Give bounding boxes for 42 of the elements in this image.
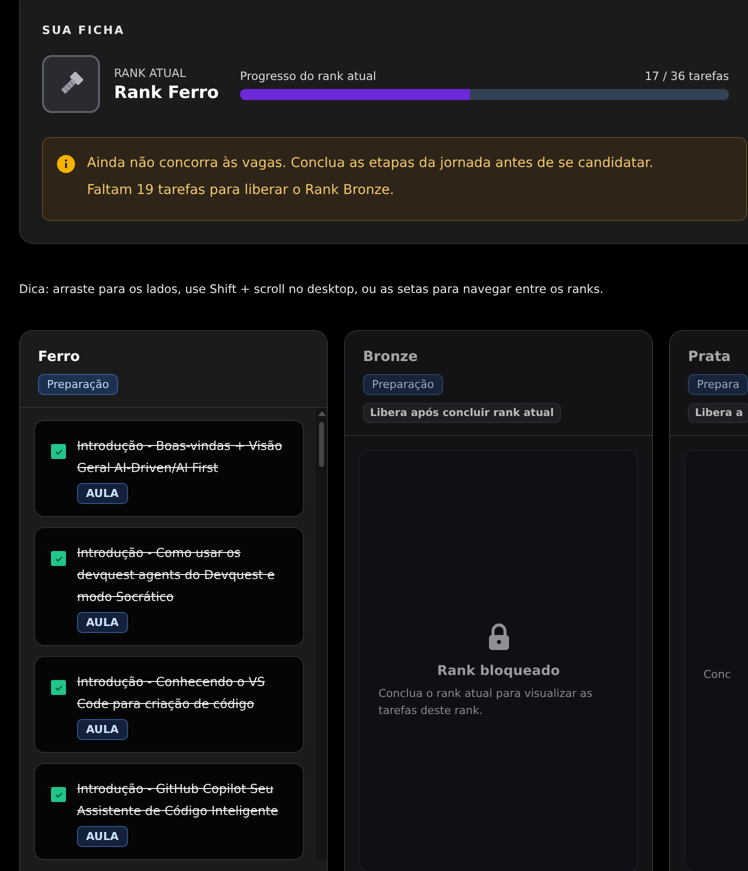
warning-text: Faltam 19 tarefas para liberar o Rank Bronze. [87, 181, 396, 200]
check-icon [54, 790, 64, 800]
locked-text: Conclua o rank atual para visualizar as tarefas deste rank. [378, 686, 594, 719]
progress-label: Progresso do rank atual [240, 68, 376, 82]
check-icon [54, 446, 64, 456]
progress-count: 17 / 36 tarefas [644, 68, 729, 82]
locked-text: Conc [704, 666, 732, 682]
warning-text: Ainda não concorra às vagas. Conclua as etapas da jornada antes de se candidatar. [87, 154, 654, 173]
task-title: Introdução - Como usar os devquest agents do Devquest e modo Socrático [77, 544, 276, 606]
checkbox[interactable] [51, 680, 66, 695]
unlock-note: Libera a [688, 403, 748, 423]
scrollbar[interactable] [316, 408, 327, 860]
check-icon [54, 554, 64, 564]
stage-tag: Preparação [363, 374, 443, 395]
task-card[interactable]: Introdução - Boas-vindas + Visão Geral AI-Driven/AI First AULA [34, 420, 304, 517]
rank-label: RANK ATUAL [114, 66, 187, 80]
task-title: Introdução - Conhecendo o VS Code para criação de código [77, 673, 266, 713]
hint-text: Dica: arraste para os lados, use Shift + scroll no desktop, ou as setas para navegar entre os ranks. [19, 282, 605, 296]
lock-icon [488, 623, 510, 651]
stage-tag: Prepara [688, 374, 748, 395]
stage-tag: Preparação [38, 374, 118, 395]
rank-name: Rank Ferro [114, 82, 220, 102]
task-tag: AULA [77, 483, 128, 504]
checkbox[interactable] [51, 444, 66, 459]
check-icon [54, 682, 64, 692]
task-card[interactable]: Introdução - GitHub Copilot Seu Assistente de Código Inteligente AULA [34, 763, 304, 860]
task-card[interactable]: Introdução - Como usar os devquest agents do Devquest e modo Socrático AULA [34, 527, 304, 646]
checkbox[interactable] [51, 787, 66, 802]
task-card[interactable]: Introdução - Conhecendo o VS Code para criação de código AULA [34, 656, 304, 753]
task-tag: AULA [77, 719, 128, 740]
section-title: SUA FICHA [42, 23, 126, 37]
rank-title: Bronze [363, 349, 418, 365]
rank-title: Prata [688, 349, 731, 365]
info-icon [57, 155, 75, 173]
rank-title: Ferro [38, 349, 80, 365]
task-title: Introdução - Boas-vindas + Visão Geral AI-Driven/AI First [77, 437, 284, 477]
unlock-note: Libera após concluir rank atual [363, 403, 561, 423]
task-tag: AULA [77, 826, 128, 847]
task-title: Introdução - GitHub Copilot Seu Assistente de Código Inteligente [77, 780, 280, 820]
task-tag: AULA [77, 612, 128, 633]
checkbox[interactable] [51, 551, 66, 566]
locked-title: Rank bloqueado [437, 663, 560, 679]
